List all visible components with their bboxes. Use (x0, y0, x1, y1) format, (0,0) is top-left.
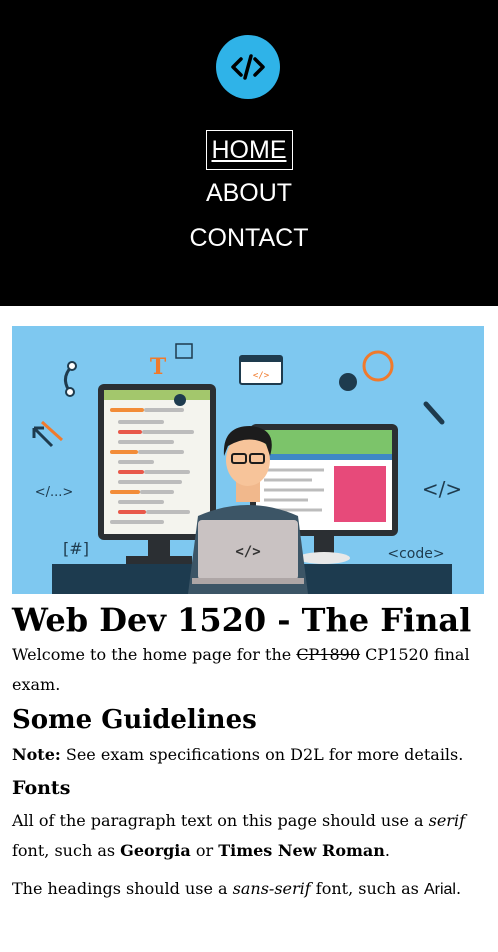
svg-text:</>: </> (253, 371, 270, 381)
text: font, such as (310, 879, 424, 898)
code-logo-icon[interactable] (216, 35, 280, 99)
intro-text: Welcome to the home page for the (12, 645, 297, 664)
emphasis-sans-serif: sans-serif (232, 879, 311, 898)
text-tool-icon: T (150, 354, 167, 380)
fonts-paragraph-serif: All of the paragraph text on this page s… (12, 806, 486, 866)
code-brackets-icon (231, 54, 265, 80)
nav-link-home[interactable]: HOME (205, 130, 293, 170)
code-close-label: </> (422, 477, 462, 501)
struck-course-code: CP1890 (296, 645, 361, 664)
fonts-heading: Fonts (12, 777, 71, 799)
text: . (384, 841, 391, 860)
fonts-paragraph-sans: The headings should use a sans-serif fon… (12, 874, 486, 905)
main-content: Web Dev 1520 - The Final Welcome to the … (12, 600, 486, 905)
text: . (455, 879, 462, 898)
nav-link-about[interactable]: ABOUT (201, 175, 297, 212)
text: or (190, 841, 219, 860)
nav-link-contact[interactable]: CONTACT (185, 220, 314, 257)
hash-label: [#] (63, 539, 89, 558)
text: The headings should use a (12, 879, 233, 898)
web-developer-illustration: </> T </> </...> [#] </> <code> (12, 326, 484, 594)
note-text: See exam specifications on D2L for more … (60, 745, 464, 764)
hero-illustration: </> T </> </...> [#] </> <code> (12, 326, 484, 594)
font-name-georgia: Georgia (120, 841, 191, 860)
site-header: HOME ABOUT CONTACT (0, 0, 498, 306)
intro-paragraph: Welcome to the home page for the CP1890 … (12, 640, 486, 700)
font-name-times: Times New Roman (218, 841, 385, 860)
note-paragraph: Note: See exam specifications on D2L for… (12, 740, 486, 770)
font-name-arial: Arial (423, 881, 456, 898)
guidelines-heading: Some Guidelines (12, 705, 257, 735)
note-label: Note: (12, 745, 61, 764)
page-title: Web Dev 1520 - The Final (12, 601, 472, 639)
laptop-code-label: </> (235, 544, 260, 560)
emphasis-serif: serif (428, 811, 465, 830)
code-tag-label: <code> (387, 546, 444, 562)
text: font, such as (12, 841, 121, 860)
text: All of the paragraph text on this page s… (12, 811, 429, 830)
slash-tag-label: </...> (35, 485, 74, 500)
main-nav: HOME ABOUT CONTACT (0, 130, 498, 265)
